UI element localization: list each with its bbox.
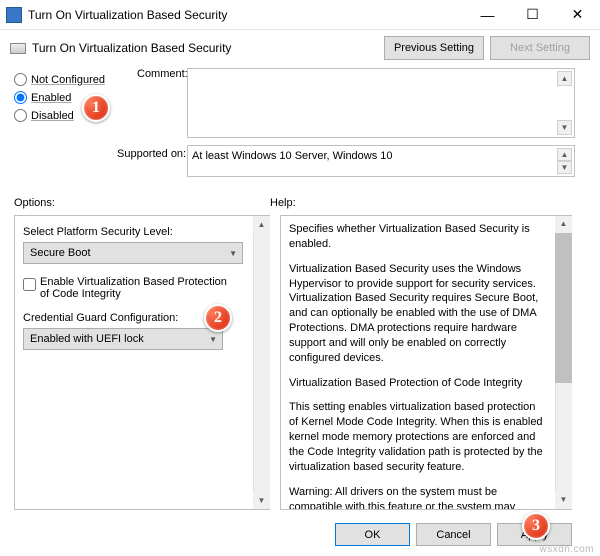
scroll-up-icon[interactable]: ▲ (557, 71, 572, 86)
platform-security-value: Secure Boot (30, 247, 91, 259)
maximize-button[interactable]: ☐ (510, 0, 555, 30)
radio-disabled-label: Disabled (31, 110, 74, 122)
comment-textarea[interactable]: ▲ ▼ (187, 68, 575, 138)
supported-on-value: At least Windows 10 Server, Windows 10 (192, 150, 393, 162)
options-scrollbar-track[interactable] (253, 216, 270, 509)
code-integrity-checkbox-row[interactable]: Enable Virtualization Based Protection o… (23, 276, 262, 300)
supported-on-label: Supported on: (117, 148, 186, 160)
app-icon (6, 7, 22, 23)
comment-label: Comment: (137, 68, 188, 80)
section-headers: Options: Help: (14, 197, 572, 209)
chevron-down-icon: ▼ (229, 249, 237, 258)
options-label: Options: (14, 197, 270, 209)
code-integrity-checkbox-label: Enable Virtualization Based Protection o… (40, 276, 234, 300)
credential-guard-dropdown[interactable]: Enabled with UEFI lock ▼ (23, 328, 223, 350)
radio-enabled-label: Enabled (31, 92, 71, 104)
annotation-badge-1: 1 (82, 94, 110, 122)
previous-setting-button[interactable]: Previous Setting (384, 36, 484, 60)
help-p1: Specifies whether Virtualization Based S… (289, 222, 564, 252)
code-integrity-checkbox[interactable] (23, 278, 36, 291)
close-button[interactable]: ✕ (555, 0, 600, 30)
title-bar: Turn On Virtualization Based Security — … (0, 0, 600, 30)
help-p3: Virtualization Based Protection of Code … (289, 376, 564, 391)
radio-not-configured-label: Not Configured (31, 74, 105, 86)
help-scrollbar-thumb[interactable] (555, 233, 572, 383)
policy-title: Turn On Virtualization Based Security (32, 41, 378, 55)
supported-on-box: At least Windows 10 Server, Windows 10 ▲… (187, 145, 575, 177)
help-panel: ▲ ▼ Specifies whether Virtualization Bas… (280, 215, 572, 510)
credential-guard-value: Enabled with UEFI lock (30, 333, 144, 345)
chevron-down-icon: ▼ (209, 335, 217, 344)
scroll-up-icon[interactable]: ▲ (557, 148, 572, 161)
platform-security-dropdown[interactable]: Secure Boot ▼ (23, 242, 243, 264)
radio-not-configured-input[interactable] (14, 73, 27, 86)
window-controls: — ☐ ✕ (465, 0, 600, 30)
platform-security-label: Select Platform Security Level: (23, 226, 262, 238)
annotation-badge-3: 3 (522, 512, 550, 540)
watermark: wsxdn.com (539, 544, 594, 555)
help-p4: This setting enables virtualization base… (289, 400, 564, 474)
policy-icon (10, 43, 26, 54)
window-title: Turn On Virtualization Based Security (28, 8, 465, 22)
scroll-down-icon[interactable]: ▼ (555, 492, 572, 509)
minimize-button[interactable]: — (465, 0, 510, 30)
scroll-up-icon[interactable]: ▲ (253, 216, 270, 233)
annotation-badge-2: 2 (204, 304, 232, 332)
help-label: Help: (270, 197, 296, 209)
help-p5: Warning: All drivers on the system must … (289, 485, 564, 510)
radio-enabled-input[interactable] (14, 91, 27, 104)
cancel-button[interactable]: Cancel (416, 523, 491, 546)
help-p2: Virtualization Based Security uses the W… (289, 262, 564, 366)
scroll-down-icon[interactable]: ▼ (557, 161, 572, 174)
ok-button[interactable]: OK (335, 523, 410, 546)
header-row: Turn On Virtualization Based Security Pr… (0, 30, 600, 66)
next-setting-button: Next Setting (490, 36, 590, 60)
radio-not-configured[interactable]: Not Configured (14, 73, 105, 86)
options-panel: ▲ ▼ Select Platform Security Level: Secu… (14, 215, 270, 510)
lower-panels: ▲ ▼ Select Platform Security Level: Secu… (14, 215, 572, 510)
scroll-up-icon[interactable]: ▲ (555, 216, 572, 233)
scroll-down-icon[interactable]: ▼ (253, 492, 270, 509)
scroll-down-icon[interactable]: ▼ (557, 120, 572, 135)
radio-disabled-input[interactable] (14, 109, 27, 122)
